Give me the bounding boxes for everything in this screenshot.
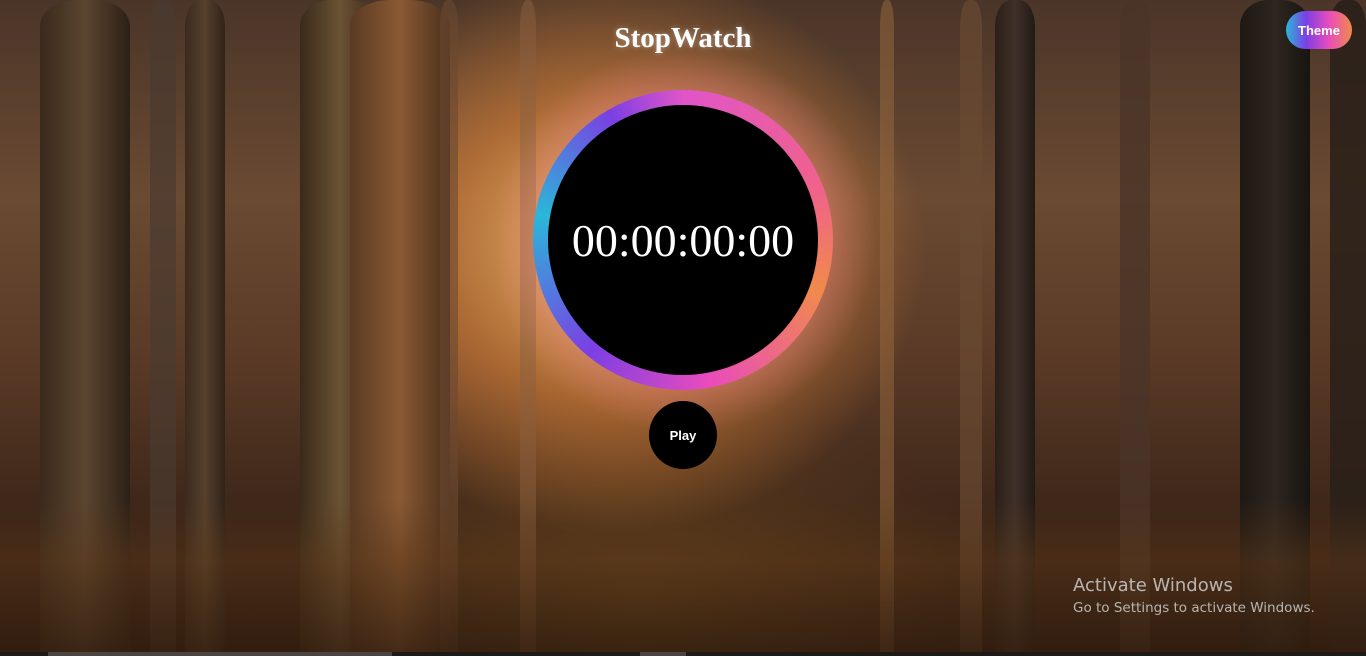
time-display: 00:00:00:00 [571,214,795,266]
play-button[interactable]: Play [649,401,717,469]
theme-button[interactable]: Theme [1286,11,1352,49]
watermark-subtitle: Go to Settings to activate Windows. [1073,600,1315,616]
clock-face: 00:00:00:00 [548,105,818,375]
activate-windows-watermark: Activate Windows Go to Settings to activ… [1073,575,1315,617]
watermark-title: Activate Windows [1073,575,1233,596]
bottom-scroll-bar [0,652,1366,656]
